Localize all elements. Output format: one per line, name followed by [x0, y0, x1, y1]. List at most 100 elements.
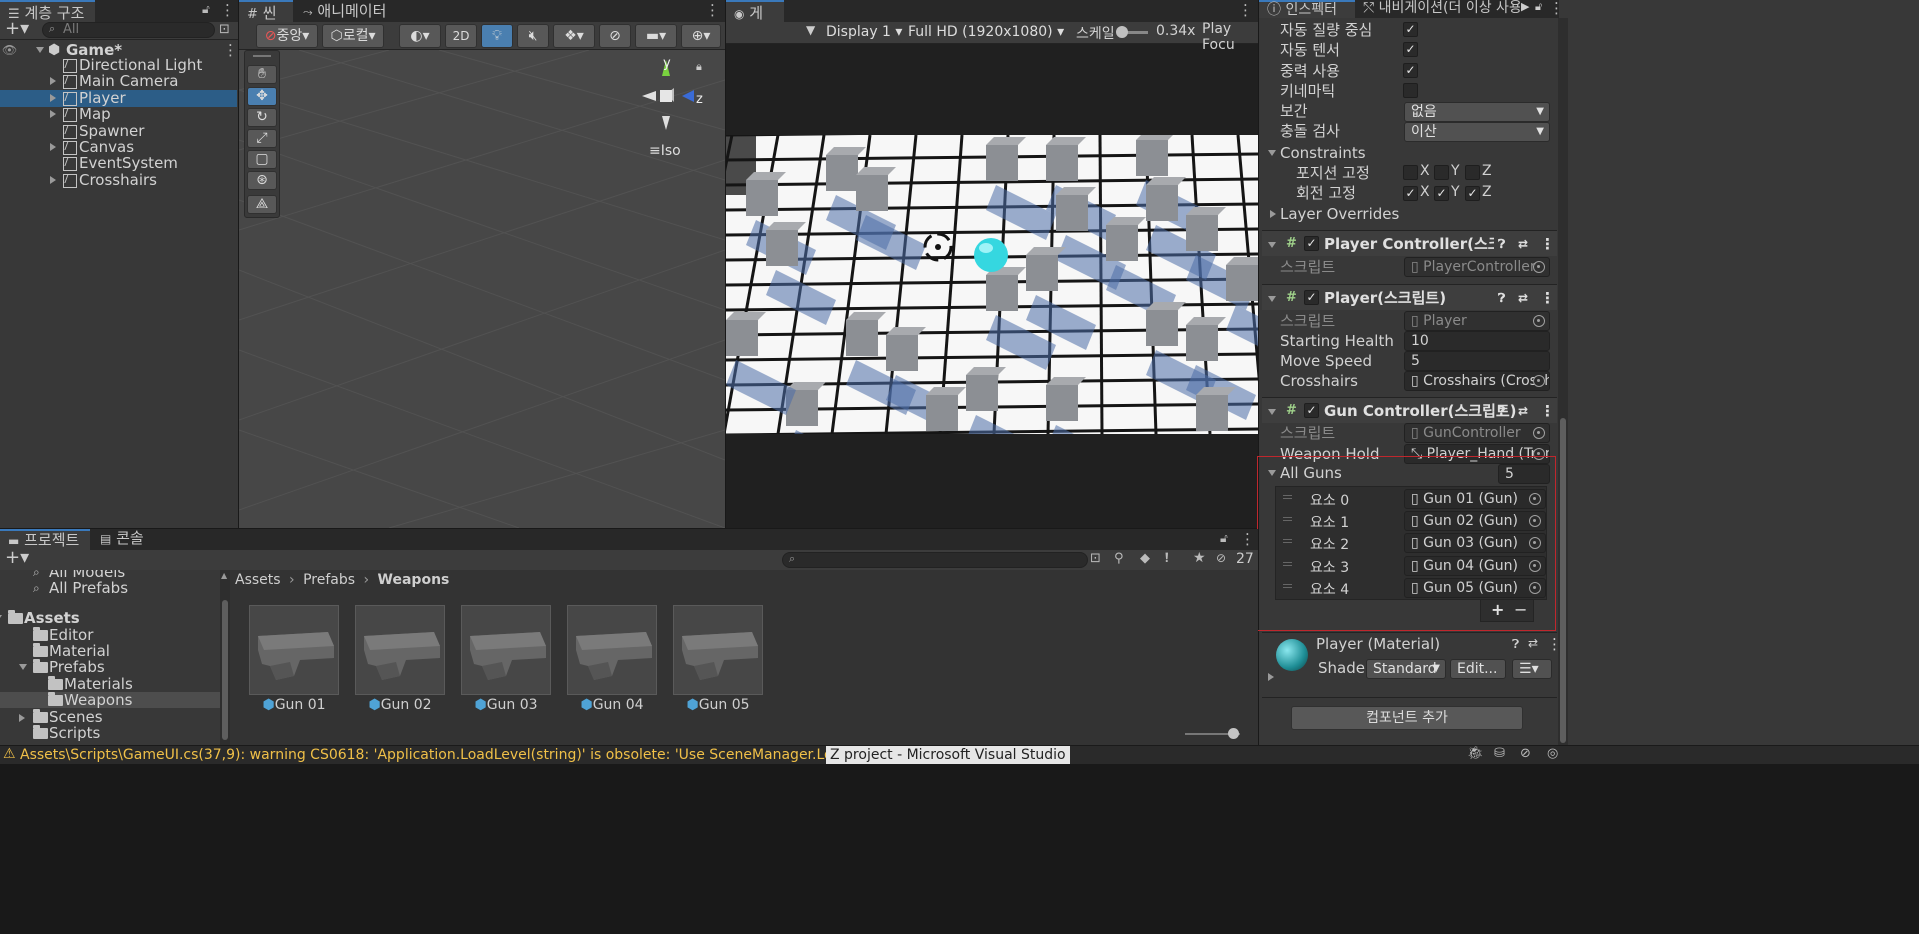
cache-server-icon[interactable]: ⛁: [1494, 746, 1505, 761]
layer-overrides-header[interactable]: Layer Overrides: [1262, 204, 1552, 224]
expand-arrow-icon[interactable]: [50, 110, 56, 119]
help-icon[interactable]: ❓︎: [1498, 285, 1505, 311]
object-picker-icon[interactable]: [1529, 559, 1541, 572]
presets-icon[interactable]: ⇄: [1518, 231, 1528, 257]
expand-arrow-icon[interactable]: [1268, 296, 1276, 302]
add-element-button[interactable]: +: [1491, 600, 1504, 619]
lighting-toggle-button[interactable]: 💡︎: [481, 24, 513, 48]
hidden-objects-toggle[interactable]: ⊘: [599, 24, 631, 48]
interpolate-dropdown[interactable]: 없음 ▼: [1404, 102, 1550, 122]
project-tree-item[interactable]: Editor: [0, 627, 220, 643]
expand-arrow-icon[interactable]: [1268, 470, 1276, 476]
component-enabled-checkbox[interactable]: ✓: [1304, 236, 1319, 251]
component-enabled-checkbox[interactable]: ✓: [1304, 290, 1319, 305]
collapse-arrow-icon[interactable]: [1270, 210, 1276, 218]
search-by-scene-icon[interactable]: ⊡: [1090, 551, 1101, 566]
play-focus-dropdown[interactable]: Play Focu: [1202, 21, 1258, 53]
tab-animator[interactable]: ⤳ 애니메이터: [295, 0, 395, 22]
scene-search-icon[interactable]: ⊡: [219, 22, 230, 37]
reorder-handle-icon[interactable]: [1283, 583, 1292, 588]
edit-shader-button[interactable]: Edit...: [1450, 659, 1506, 679]
project-tree-item[interactable]: Prefabs: [0, 659, 220, 675]
rotate-tool-button[interactable]: ↻: [247, 108, 277, 127]
breadcrumb-prefabs[interactable]: Prefabs: [303, 572, 355, 588]
tab-navigation[interactable]: ⤲ 내비게이션(더 이상 사용: [1355, 0, 1520, 18]
thumbnail-size-slider[interactable]: [1185, 728, 1240, 739]
constraints-header[interactable]: Constraints: [1262, 143, 1552, 163]
hierarchy-item[interactable]: Main Camera: [0, 73, 237, 90]
shader-options-dropdown[interactable]: ☰▾: [1512, 659, 1552, 679]
asset-thumbnail[interactable]: [249, 605, 339, 695]
presets-icon[interactable]: ⇄: [1518, 398, 1528, 424]
freeze-rotation-y-checkbox[interactable]: ✓: [1434, 186, 1449, 201]
remove-element-button[interactable]: −: [1514, 600, 1527, 619]
component-enabled-checkbox[interactable]: ✓: [1304, 403, 1319, 418]
expand-arrow-icon[interactable]: [0, 615, 2, 621]
expand-arrow-icon[interactable]: [36, 47, 44, 53]
player-controller-header[interactable]: # ✓ Player Controller(스크립트 ❓︎ ⇄ ⋮: [1262, 230, 1557, 256]
rect-tool-button[interactable]: ▢: [247, 150, 277, 169]
project-tree-scrollbar[interactable]: ▲: [220, 570, 230, 745]
add-icon[interactable]: +▾: [5, 18, 29, 39]
freeze-position-x-checkbox[interactable]: [1403, 165, 1418, 180]
component-menu-icon[interactable]: ⋮: [1547, 635, 1562, 653]
transform-tool-button[interactable]: ⊛: [247, 171, 277, 190]
display-dropdown[interactable]: Display 1 ▾: [826, 22, 904, 42]
project-tree-scrollbar-thumb[interactable]: [222, 600, 228, 740]
presets-icon[interactable]: ⇄: [1518, 285, 1528, 311]
object-picker-icon[interactable]: [1529, 581, 1541, 594]
project-tree-item[interactable]: Scenes: [0, 709, 220, 725]
kebab-menu-icon[interactable]: ⋮: [220, 1, 235, 19]
tab-overflow-arrow-icon[interactable]: ▶: [1521, 0, 1529, 13]
create-icon[interactable]: +▾: [5, 547, 29, 568]
scale-slider-thumb[interactable]: [1116, 26, 1128, 38]
kebab-menu-icon[interactable]: ⋮: [1549, 0, 1564, 17]
camera-dropdown[interactable]: ▬▾: [635, 24, 677, 48]
hidden-packages-icon[interactable]: ⊘: [1216, 551, 1226, 565]
help-icon[interactable]: ❓︎: [1498, 398, 1505, 424]
network-off-icon[interactable]: ⊘: [1520, 746, 1531, 761]
search-input[interactable]: ⌕ All: [42, 22, 215, 38]
space-dropdown[interactable]: ⬡로컬▾: [322, 24, 384, 48]
object-picker-icon[interactable]: [1533, 427, 1545, 439]
expand-arrow-icon[interactable]: [50, 77, 56, 86]
object-picker-icon[interactable]: [1533, 375, 1545, 387]
game-render[interactable]: [726, 135, 1258, 434]
hand-tool-button[interactable]: ✋︎: [247, 65, 277, 84]
warning-filter-icon[interactable]: ❗︎: [1165, 551, 1169, 566]
presets-icon[interactable]: ⇄: [1528, 636, 1538, 650]
project-tree-item[interactable]: Weapons: [0, 692, 220, 708]
gun-element-object-field[interactable]: ▯ Gun 03 (Gun): [1404, 533, 1546, 554]
kebab-menu-icon[interactable]: ⋮: [1238, 1, 1253, 19]
gun-element-object-field[interactable]: ▯ Gun 04 (Gun): [1404, 555, 1546, 576]
scroll-up-arrow-icon[interactable]: ▲: [221, 571, 227, 580]
scale-tool-button[interactable]: ⤢: [247, 129, 277, 148]
gun-controller-header[interactable]: # ✓ Gun Controller(스크립트) ❓︎ ⇄ ⋮: [1262, 397, 1557, 423]
object-picker-icon[interactable]: [1533, 261, 1545, 273]
favorite-star-icon[interactable]: ★: [1193, 550, 1206, 566]
asset-thumbnail[interactable]: [673, 605, 763, 695]
tab-scene[interactable]: # 씬: [239, 0, 293, 22]
move-tool-button[interactable]: ✥: [247, 87, 277, 106]
project-tree-item[interactable]: Assets: [0, 610, 220, 626]
filter-label-icon[interactable]: ◆: [1140, 551, 1150, 566]
object-picker-icon[interactable]: [1529, 537, 1541, 550]
help-icon[interactable]: ❓︎: [1512, 637, 1519, 652]
freeze-position-z-checkbox[interactable]: [1465, 165, 1480, 180]
object-picker-icon[interactable]: [1529, 493, 1541, 505]
shader-dropdown[interactable]: Standard ▼: [1366, 659, 1446, 679]
tab-inspector[interactable]: ⓘ 인스펙터: [1259, 0, 1355, 18]
expand-arrow-icon[interactable]: [1268, 242, 1276, 248]
asset-thumbnail[interactable]: [461, 605, 551, 695]
expand-arrow-icon[interactable]: [1268, 409, 1276, 415]
project-tree-item[interactable]: Material: [0, 643, 220, 659]
tab-console[interactable]: ▤ 콘솔: [92, 529, 152, 550]
help-icon[interactable]: ❓︎: [1498, 231, 1505, 257]
move-speed-input[interactable]: 5: [1404, 351, 1550, 371]
hierarchy-item[interactable]: Crosshairs: [0, 171, 237, 189]
custom-tool-button[interactable]: ⟁: [247, 195, 277, 214]
starting-health-input[interactable]: 10: [1404, 331, 1550, 351]
gun-element-object-field[interactable]: ▯ Gun 05 (Gun): [1404, 577, 1546, 598]
lock-icon[interactable]: 🔓︎: [1535, 0, 1542, 14]
gun-element-object-field[interactable]: ▯ Gun 02 (Gun): [1404, 511, 1546, 532]
